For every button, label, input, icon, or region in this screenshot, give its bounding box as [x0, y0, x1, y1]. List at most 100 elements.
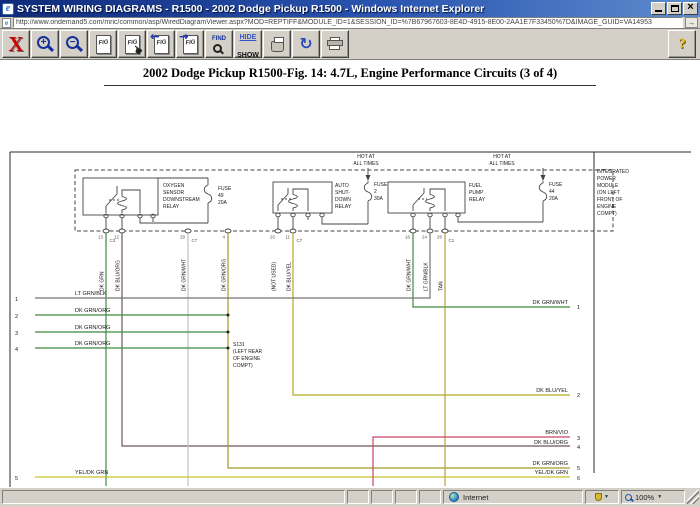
- window-title: SYSTEM WIRING DIAGRAMS - R1500 - 2002 Do…: [17, 3, 650, 15]
- row-label: LT GRN/BLK: [75, 291, 107, 297]
- zone-label: Internet: [463, 493, 488, 502]
- status-pane: [395, 490, 417, 504]
- row-num: 3: [15, 331, 18, 337]
- resize-grip[interactable]: [687, 490, 699, 504]
- browser-window: e SYSTEM WIRING DIAGRAMS - R1500 - 2002 …: [0, 0, 700, 507]
- title-divider: [104, 85, 596, 86]
- connector-ref: C7: [297, 238, 303, 243]
- restore-button[interactable]: [667, 2, 682, 15]
- chevron-down-icon: ▼: [604, 494, 609, 500]
- status-pane: [419, 490, 441, 504]
- help-button[interactable]: ?: [668, 30, 696, 58]
- svg-text:(LEFT REAR: (LEFT REAR: [233, 349, 262, 355]
- row-label: BRN/VIO: [545, 430, 568, 436]
- printer-icon: [327, 37, 344, 51]
- figure-list-button[interactable]: FIG: [89, 30, 117, 58]
- close-button[interactable]: ×: [683, 2, 698, 15]
- feed-arrowhead: [541, 175, 546, 181]
- fuse44-label: FUSE: [549, 182, 563, 188]
- protected-mode-pane[interactable]: ▼: [585, 490, 619, 504]
- show-label: SHOW: [237, 52, 259, 59]
- svg-text:COMPT): COMPT): [597, 211, 617, 217]
- zoom-in-button[interactable]: +: [31, 30, 59, 58]
- print-button[interactable]: [321, 30, 349, 58]
- splice-label: S131: [233, 342, 245, 348]
- refresh-button[interactable]: ↻: [292, 30, 320, 58]
- svg-text:MODULE: MODULE: [597, 183, 619, 189]
- row-num: 3: [577, 436, 580, 442]
- go-button[interactable]: →: [685, 17, 698, 28]
- pin-label: 24: [422, 235, 428, 240]
- pin-label: 11: [285, 235, 290, 240]
- hot-label: HOT AT: [357, 154, 375, 160]
- svg-text:49: 49: [218, 193, 224, 199]
- ie-logo-icon: e: [2, 3, 14, 15]
- previous-figure-button[interactable]: FIG ←: [147, 30, 175, 58]
- svg-text:RELAY: RELAY: [163, 204, 180, 210]
- wire-label: (NOT USED): [272, 262, 278, 291]
- zoom-level: 100%: [635, 493, 654, 502]
- fuse-44-symbol: [539, 181, 547, 222]
- close-icon: ×: [687, 2, 693, 13]
- svg-text:SHUT-: SHUT-: [335, 190, 350, 196]
- magnifier-minus-icon: −: [66, 36, 79, 49]
- row-label: YEL/DK GRN: [535, 470, 568, 476]
- connector-ref: C7: [192, 238, 198, 243]
- pin-label: 29: [180, 235, 186, 240]
- figure-select-button[interactable]: FIG ☚: [118, 30, 146, 58]
- row-label: DK BLU/YEL: [536, 388, 568, 394]
- hot-label: ALL TIMES: [489, 161, 515, 167]
- zoom-out-button[interactable]: −: [60, 30, 88, 58]
- wire-lt-grn-blk: [35, 233, 430, 298]
- find-magnifier-icon: FIND: [212, 36, 226, 53]
- wire-label: DK GRN/ORG: [222, 259, 228, 291]
- row-num: 5: [577, 466, 580, 472]
- hide-show-button[interactable]: HIDE SHOW: [234, 30, 262, 58]
- feed-arrowhead: [366, 175, 371, 181]
- right-row-labels: DK GRN/WHT 1 DK BLU/YEL 2 BRN/VIO 3 DK B…: [533, 300, 581, 482]
- close-viewer-button[interactable]: X: [2, 30, 30, 58]
- help-icon: ?: [678, 37, 686, 52]
- row-label: DK GRN/WHT: [533, 300, 569, 306]
- svg-text:30A: 30A: [374, 196, 384, 202]
- wiring-diagram: HOT AT ALL TIMES HOT AT ALL TIMES: [0, 147, 700, 487]
- page-zoom-control[interactable]: 100% ▼: [621, 490, 685, 504]
- fuse-2-symbol: [364, 181, 372, 224]
- wire-label: DK GRN/WHT: [407, 259, 413, 291]
- pin-label: 20: [270, 235, 276, 240]
- svg-text:(ON LEFT: (ON LEFT: [597, 190, 620, 196]
- address-input[interactable]: [13, 17, 683, 28]
- fuse2-label: FUSE: [374, 182, 388, 188]
- row-num: 2: [15, 314, 18, 320]
- fuel-pump-relay-box: [388, 182, 465, 213]
- figure-page-icon: FIG: [96, 35, 111, 54]
- svg-text:20A: 20A: [218, 200, 228, 206]
- next-figure-button[interactable]: FIG →: [176, 30, 204, 58]
- find-button[interactable]: FIND: [205, 30, 233, 58]
- row-num: 4: [15, 347, 18, 353]
- viewer-toolbar: X + − FIG FIG ☚ FIG ← FIG → FIND: [0, 29, 700, 60]
- restore-icon: [671, 5, 679, 12]
- minimize-button[interactable]: [651, 2, 666, 15]
- refresh-icon: ↻: [299, 36, 312, 52]
- wire-dk-blu-yel: [293, 233, 570, 395]
- svg-text:POWER: POWER: [597, 176, 616, 182]
- wire-label: LT GRN/BLK: [424, 262, 430, 291]
- arrow-left-icon: ←: [150, 31, 159, 42]
- security-zone-pane: Internet: [443, 490, 583, 504]
- svg-text:FRONT OF: FRONT OF: [597, 197, 622, 203]
- figure-title: 2002 Dodge Pickup R1500-Fig. 14: 4.7L, E…: [0, 66, 700, 81]
- status-bar: Internet ▼ 100% ▼: [0, 487, 700, 507]
- relay1-label: OXYGEN: [163, 183, 185, 189]
- hide-label: HIDE: [240, 34, 257, 41]
- left-row-labels: 1 LT GRN/BLK 2 DK GRN/ORG 3 DK GRN/ORG 4…: [15, 291, 110, 482]
- status-message-pane: [2, 490, 345, 504]
- svg-text:DOWNSTREAM: DOWNSTREAM: [163, 197, 200, 203]
- status-pane: [371, 490, 393, 504]
- row-num: 4: [577, 445, 580, 451]
- arrow-right-icon: →: [179, 31, 188, 42]
- print-setup-button[interactable]: [263, 30, 291, 58]
- row-label: YEL/DK GRN: [75, 470, 108, 476]
- row-num: 1: [577, 305, 580, 311]
- pin-label: 12: [114, 235, 120, 240]
